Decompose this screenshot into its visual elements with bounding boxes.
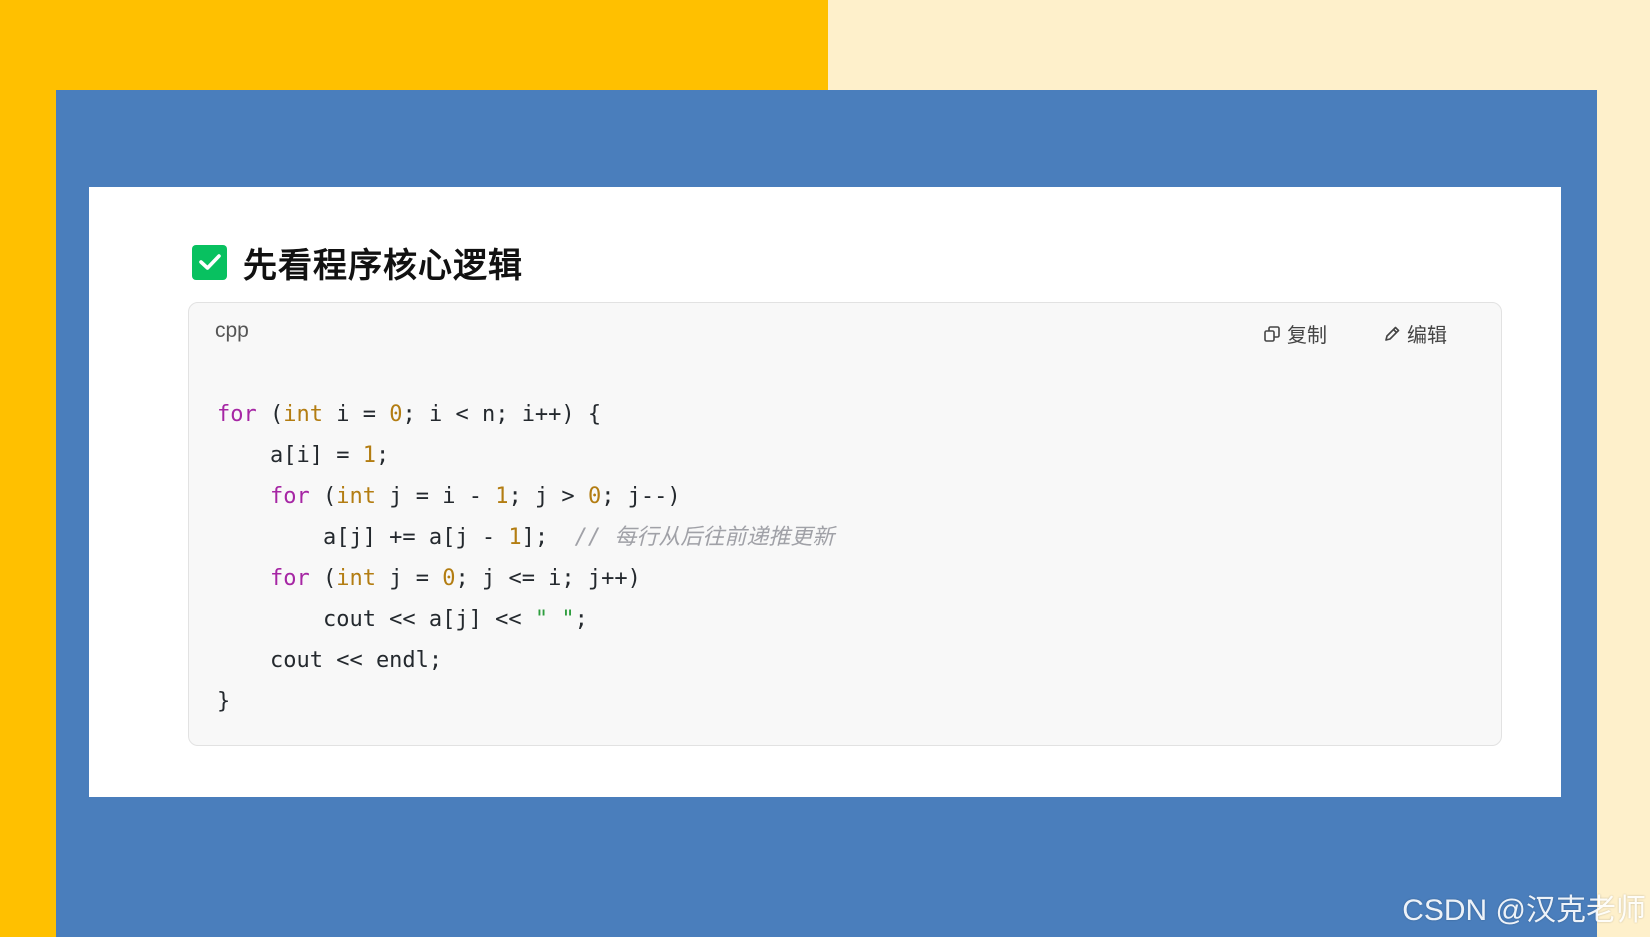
code-token: 1 <box>495 484 509 509</box>
code-token: ; j--) <box>601 484 681 509</box>
code-token: a[i] = <box>217 443 363 468</box>
code-token: for <box>269 484 310 509</box>
edit-button-label: 编辑 <box>1407 323 1447 347</box>
edit-icon <box>1385 326 1400 341</box>
code-token: ; j > <box>508 484 588 509</box>
code-token: a[j] += a[j - <box>217 525 509 550</box>
code-token: " " <box>534 607 575 632</box>
code-token: 1 <box>508 525 522 550</box>
code-token: for <box>217 402 257 427</box>
copy-button[interactable]: 复制 <box>1263 319 1327 348</box>
slide-canvas: 先看程序核心逻辑 cpp 复制 编辑 for (int i = 0; i < n… <box>0 0 1650 937</box>
code-token: ]; <box>521 525 575 550</box>
code-token: int <box>336 566 376 591</box>
code-line: } <box>217 681 834 722</box>
watermark: CSDN @汉克老师 <box>1402 894 1646 927</box>
code-token: } <box>217 689 231 714</box>
code-language-label: cpp <box>215 319 249 342</box>
code-toolbar: 复制 编辑 <box>1207 319 1447 348</box>
code-token: ; j <= i; j++) <box>455 566 641 591</box>
code-token: 0 <box>442 566 456 591</box>
code-token: cout << a[j] << <box>217 607 535 632</box>
code-token: 0 <box>389 402 403 427</box>
section-heading: 先看程序核心逻辑 <box>192 240 523 286</box>
code-token: int <box>336 484 376 509</box>
code-line: a[j] += a[j - 1]; // 每行从后往前递推更新 <box>217 517 834 558</box>
copy-icon <box>1264 325 1280 342</box>
code-line: for (int j = i - 1; j > 0; j--) <box>217 476 834 517</box>
code-token: 1 <box>362 443 376 468</box>
code-content: for (int i = 0; i < n; i++) { a[i] = 1; … <box>217 394 834 722</box>
copy-button-label: 复制 <box>1287 323 1327 347</box>
code-token: j = i - <box>375 484 496 509</box>
section-title: 先看程序核心逻辑 <box>243 245 523 286</box>
code-token: cout << endl; <box>217 648 443 673</box>
code-token: i = <box>323 402 390 427</box>
code-line: for (int i = 0; i < n; i++) { <box>217 394 834 435</box>
code-token: ( <box>309 484 337 509</box>
code-block: cpp 复制 编辑 for (int i = 0; i < n; i++) { … <box>188 302 1502 746</box>
code-line: cout << a[j] << " "; <box>217 599 834 640</box>
edit-button[interactable]: 编辑 <box>1383 319 1447 348</box>
code-line: a[i] = 1; <box>217 435 834 476</box>
code-token: ; <box>574 607 588 632</box>
code-token: // 每行从后往前递推更新 <box>574 525 835 550</box>
code-line: for (int j = 0; j <= i; j++) <box>217 558 834 599</box>
check-box-icon <box>192 244 227 280</box>
code-line: cout << endl; <box>217 640 834 681</box>
code-token: int <box>283 402 323 427</box>
code-token: ( <box>256 402 284 427</box>
code-token: ( <box>309 566 337 591</box>
code-token: ; i < n; i++) { <box>402 402 602 427</box>
code-token: j = <box>375 566 443 591</box>
code-token: for <box>269 566 310 591</box>
code-token: 0 <box>587 484 602 509</box>
code-token: ; <box>375 443 390 468</box>
